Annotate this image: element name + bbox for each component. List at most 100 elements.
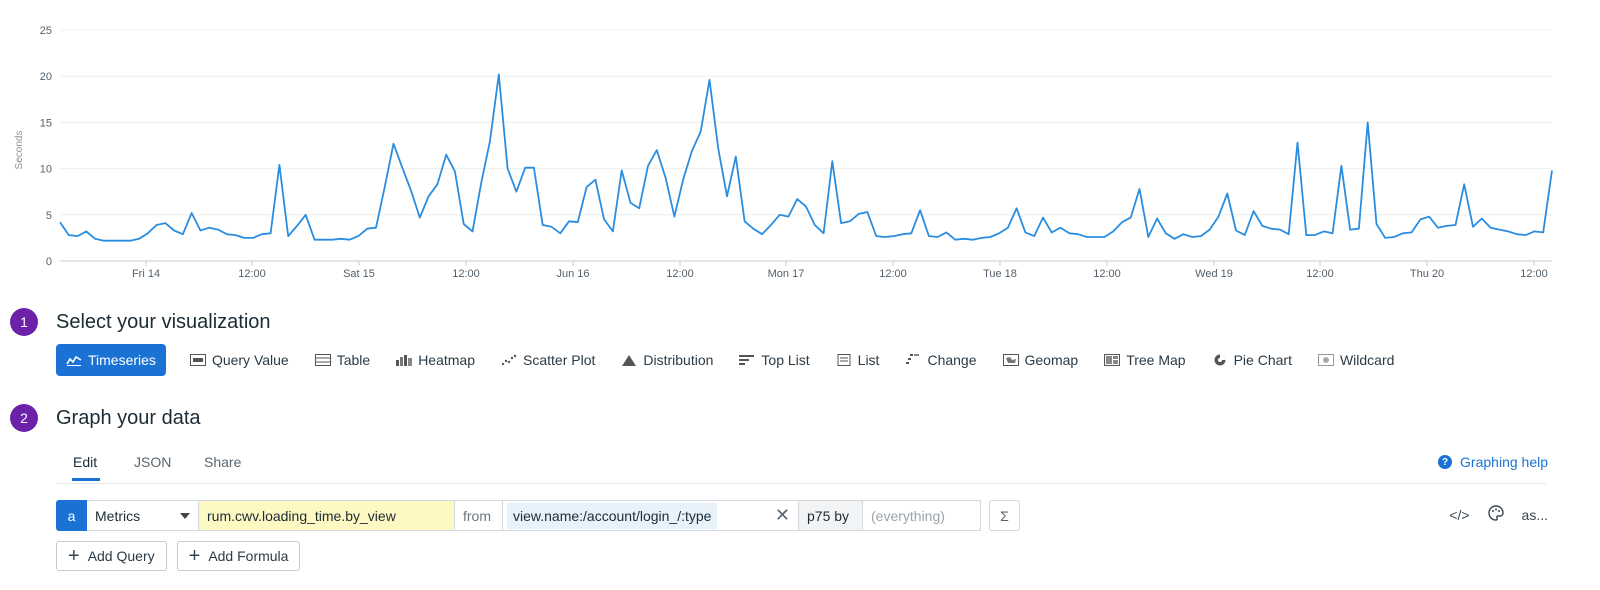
add-query-label: Add Query [87, 548, 155, 564]
viz-list[interactable]: List [826, 344, 890, 376]
x-tick-label: Mon 17 [768, 268, 805, 280]
x-tick-label: Jun 16 [556, 268, 589, 280]
viz-timeseries[interactable]: Timeseries [56, 344, 166, 376]
viz-wildcard-label: Wildcard [1339, 352, 1395, 368]
viz-table[interactable]: Table [305, 344, 380, 376]
step-number-2: 2 [10, 404, 38, 432]
add-formula-label: Add Formula [208, 548, 289, 564]
timeseries-chart: 0 5 10 15 20 25 Seconds Fri 14 12:00 Sat 15 12:00 J… [0, 0, 1600, 300]
geomap-icon [1002, 354, 1019, 366]
viz-pie-chart[interactable]: Pie Chart [1202, 344, 1302, 376]
query-value-icon [189, 354, 206, 366]
x-tick-label: 12:00 [238, 268, 266, 280]
wildcard-icon [1317, 354, 1334, 366]
plus-icon: + [188, 545, 201, 567]
y-tick-label: 25 [40, 25, 52, 37]
viz-distribution-label: Distribution [643, 352, 714, 368]
top-list-icon [739, 355, 755, 365]
graphing-help-link[interactable]: ? Graphing help [1438, 454, 1548, 470]
graphing-help-label: Graphing help [1460, 454, 1548, 470]
add-formula-button[interactable]: + Add Formula [176, 541, 301, 571]
timeseries-icon [66, 355, 82, 366]
group-by-input[interactable]: (everything) [863, 500, 981, 531]
data-source-dropdown[interactable]: Metrics [87, 500, 199, 531]
list-icon [837, 354, 851, 366]
viz-query-value[interactable]: Query Value [180, 344, 299, 376]
x-tick-label: Sat 15 [343, 268, 375, 280]
viz-query-value-label: Query Value [211, 352, 289, 368]
viz-heatmap[interactable]: Heatmap [386, 344, 485, 376]
viz-top-list-label: Top List [761, 352, 810, 368]
viz-top-list[interactable]: Top List [729, 344, 819, 376]
from-label: from [455, 500, 503, 531]
viz-scatter-plot-label: Scatter Plot [523, 352, 596, 368]
plus-icon: + [68, 545, 80, 567]
add-actions: + Add Query + Add Formula [56, 541, 310, 571]
code-view-icon[interactable]: </> [1449, 507, 1469, 523]
distribution-icon [622, 355, 637, 366]
y-axis-label: Seconds [14, 131, 25, 170]
scope-tag-chip[interactable]: view.name:/account/login_/:type [507, 502, 718, 529]
function-sigma-button[interactable]: Σ [989, 500, 1020, 531]
table-icon [314, 354, 331, 366]
x-tick-label: 12:00 [879, 268, 907, 280]
viz-distribution[interactable]: Distribution [611, 344, 723, 376]
viz-table-label: Table [336, 352, 371, 368]
tab-share[interactable]: Share [204, 454, 241, 470]
viz-geomap-label: Geomap [1024, 352, 1079, 368]
editor-tabs: Edit JSON Share [56, 450, 1546, 484]
palette-icon[interactable] [1487, 505, 1504, 524]
change-icon [906, 354, 920, 364]
tree-map-icon [1104, 354, 1121, 366]
alias-button[interactable]: as... [1522, 507, 1548, 523]
step-graph-data: 2 Graph your data [10, 404, 201, 432]
question-icon: ? [1438, 455, 1453, 469]
viz-heatmap-label: Heatmap [418, 352, 475, 368]
y-tick-label: 15 [40, 117, 52, 129]
step-number-1: 1 [10, 308, 38, 336]
visualization-picker: Timeseries Query Value Table Heatmap Sca… [56, 344, 1410, 376]
viz-timeseries-label: Timeseries [88, 352, 156, 368]
viz-wildcard[interactable]: Wildcard [1308, 344, 1404, 376]
tab-json[interactable]: JSON [134, 454, 171, 470]
viz-pie-chart-label: Pie Chart [1233, 352, 1292, 368]
viz-tree-map-label: Tree Map [1126, 352, 1186, 368]
x-tick-label: Thu 20 [1410, 268, 1444, 280]
x-tick-label: 12:00 [1093, 268, 1121, 280]
series-line [59, 73, 1553, 242]
aggregation-selector[interactable]: p75 by [799, 500, 863, 531]
viz-list-label: List [857, 352, 880, 368]
step-select-visualization: 1 Select your visualization [10, 308, 271, 336]
y-tick-label: 0 [46, 256, 52, 268]
clear-scope-icon[interactable]: ✕ [775, 505, 794, 526]
x-tick-label: 12:00 [1520, 268, 1548, 280]
viz-scatter-plot[interactable]: Scatter Plot [491, 344, 605, 376]
query-letter-badge[interactable]: a [56, 500, 87, 531]
active-tab-indicator [72, 478, 100, 481]
query-tools: </> as... [1431, 505, 1548, 524]
viz-geomap[interactable]: Geomap [993, 344, 1089, 376]
x-tick-label: Wed 19 [1195, 268, 1233, 280]
query-editor-row: a Metrics rum.cwv.loading_time.by_view f… [56, 500, 1020, 531]
chart-canvas: 0 5 10 15 20 25 Seconds Fri 14 12:00 Sat 15 12:00 J… [14, 25, 1553, 280]
y-tick-label: 5 [46, 210, 52, 222]
x-tick-label: Tue 18 [983, 268, 1017, 280]
metric-name-input[interactable]: rum.cwv.loading_time.by_view [199, 500, 455, 531]
x-tick-label: Fri 14 [132, 268, 160, 280]
y-tick-label: 20 [40, 71, 52, 83]
viz-change-label: Change [927, 352, 977, 368]
x-tick-label: 12:00 [452, 268, 480, 280]
tab-edit[interactable]: Edit [73, 454, 97, 470]
x-tick-label: 12:00 [1306, 268, 1334, 280]
viz-tree-map[interactable]: Tree Map [1094, 344, 1195, 376]
y-tick-label: 10 [40, 164, 52, 176]
heatmap-icon [396, 355, 413, 366]
pie-chart-icon [1214, 354, 1226, 366]
step-title-graph: Graph your data [56, 406, 201, 429]
scatter-plot-icon [501, 354, 517, 366]
viz-change[interactable]: Change [895, 344, 986, 376]
step-title-visualization: Select your visualization [56, 310, 271, 333]
x-tick-label: 12:00 [666, 268, 694, 280]
add-query-button[interactable]: + Add Query [56, 541, 167, 571]
scope-filter-input[interactable]: view.name:/account/login_/:type ✕ [503, 500, 799, 531]
